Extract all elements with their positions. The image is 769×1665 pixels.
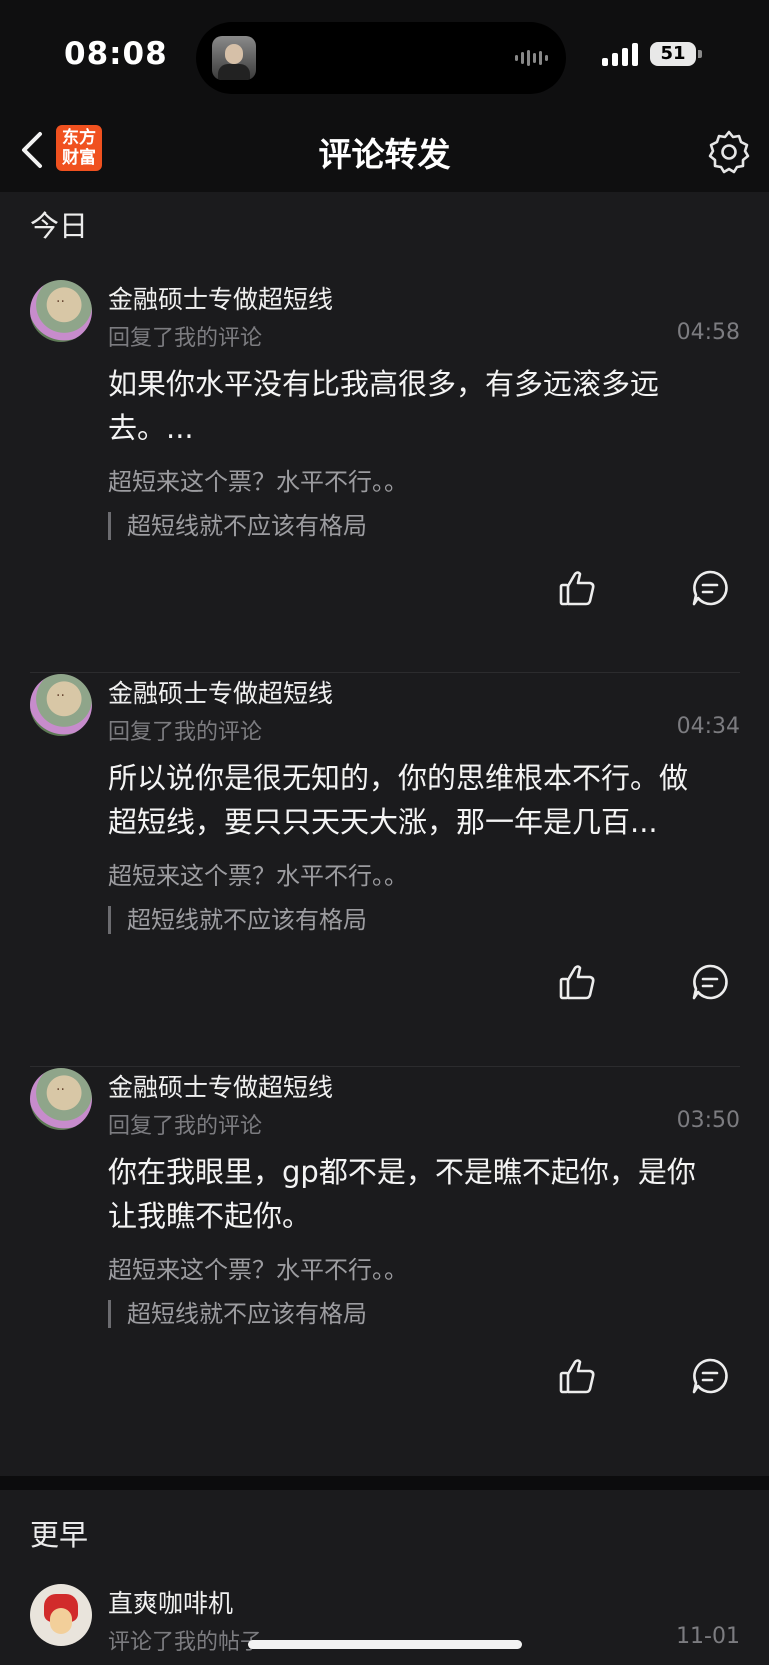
quoted-text[interactable]: 超短线就不应该有格局 xyxy=(108,512,367,540)
action-text: 回复了我的评论 xyxy=(108,1114,263,1139)
avatar[interactable] xyxy=(30,674,92,736)
comment-bubble-icon[interactable] xyxy=(690,1356,730,1396)
thumbs-up-icon[interactable] xyxy=(558,1356,598,1396)
comment-time: 11-01 xyxy=(676,1624,740,1649)
battery-tip xyxy=(698,50,702,58)
my-comment-text[interactable]: 超短来这个票？水平不行。。 xyxy=(108,1250,408,1285)
action-text: 评论了我的帖子 xyxy=(108,1630,263,1655)
quoted-text[interactable]: 超短线就不应该有格局 xyxy=(108,1300,367,1328)
audio-wave-icon xyxy=(515,48,548,68)
action-text: 回复了我的评论 xyxy=(108,326,263,351)
comment-time: 04:34 xyxy=(676,714,740,739)
comment-text[interactable]: 如果你水平没有比我高很多，有多远滚多远去。... xyxy=(108,362,708,450)
comment-bubble-icon[interactable] xyxy=(690,962,730,1002)
section-divider xyxy=(0,1476,769,1490)
quoted-text[interactable]: 超短线就不应该有格局 xyxy=(108,906,367,934)
dynamic-island[interactable] xyxy=(196,22,566,94)
my-comment-text[interactable]: 超短来这个票？水平不行。。 xyxy=(108,462,408,497)
section-title-earlier: 更早 xyxy=(30,1518,89,1552)
island-avatar xyxy=(212,36,256,80)
battery-level: 51 xyxy=(660,43,686,64)
avatar[interactable] xyxy=(30,280,92,342)
comment-text[interactable]: 你在我眼里，gp都不是，不是瞧不起你，是你让我瞧不起你。 xyxy=(108,1150,708,1238)
comment-card[interactable]: 金融硕士专做超短线 回复了我的评论 04:34 所以说你是很无知的，你的思维根本… xyxy=(30,674,740,1067)
user-name[interactable]: 金融硕士专做超短线 xyxy=(108,674,333,710)
status-bar: 08:08 51 xyxy=(0,0,769,110)
comment-bubble-icon[interactable] xyxy=(690,568,730,608)
comment-card[interactable]: 金融硕士专做超短线 回复了我的评论 03:50 你在我眼里，gp都不是，不是瞧不… xyxy=(30,1068,740,1460)
signal-icon xyxy=(602,42,638,66)
battery-icon: 51 xyxy=(650,42,696,66)
avatar[interactable] xyxy=(30,1068,92,1130)
thumbs-up-icon[interactable] xyxy=(558,962,598,1002)
gear-icon[interactable] xyxy=(706,128,752,174)
comment-time: 04:58 xyxy=(676,320,740,345)
page-title: 评论转发 xyxy=(318,135,451,174)
user-name[interactable]: 金融硕士专做超短线 xyxy=(108,280,333,316)
comment-card[interactable]: 金融硕士专做超短线 回复了我的评论 04:58 如果你水平没有比我高很多，有多远… xyxy=(30,280,740,673)
comment-time: 03:50 xyxy=(676,1108,740,1133)
my-comment-text[interactable]: 超短来这个票？水平不行。。 xyxy=(108,856,408,891)
comment-text[interactable]: 所以说你是很无知的，你的思维根本不行。做超短线，要只只天天大涨，那一年是几百..… xyxy=(108,756,708,844)
nav-bar: 东方 财富 评论转发 xyxy=(0,110,769,192)
user-name[interactable]: 直爽咖啡机 xyxy=(108,1584,233,1620)
home-indicator[interactable] xyxy=(248,1640,522,1649)
action-text: 回复了我的评论 xyxy=(108,720,263,745)
status-time: 08:08 xyxy=(64,36,168,72)
section-title-today: 今日 xyxy=(30,209,89,243)
thumbs-up-icon[interactable] xyxy=(558,568,598,608)
avatar[interactable] xyxy=(30,1584,92,1646)
user-name[interactable]: 金融硕士专做超短线 xyxy=(108,1068,333,1104)
